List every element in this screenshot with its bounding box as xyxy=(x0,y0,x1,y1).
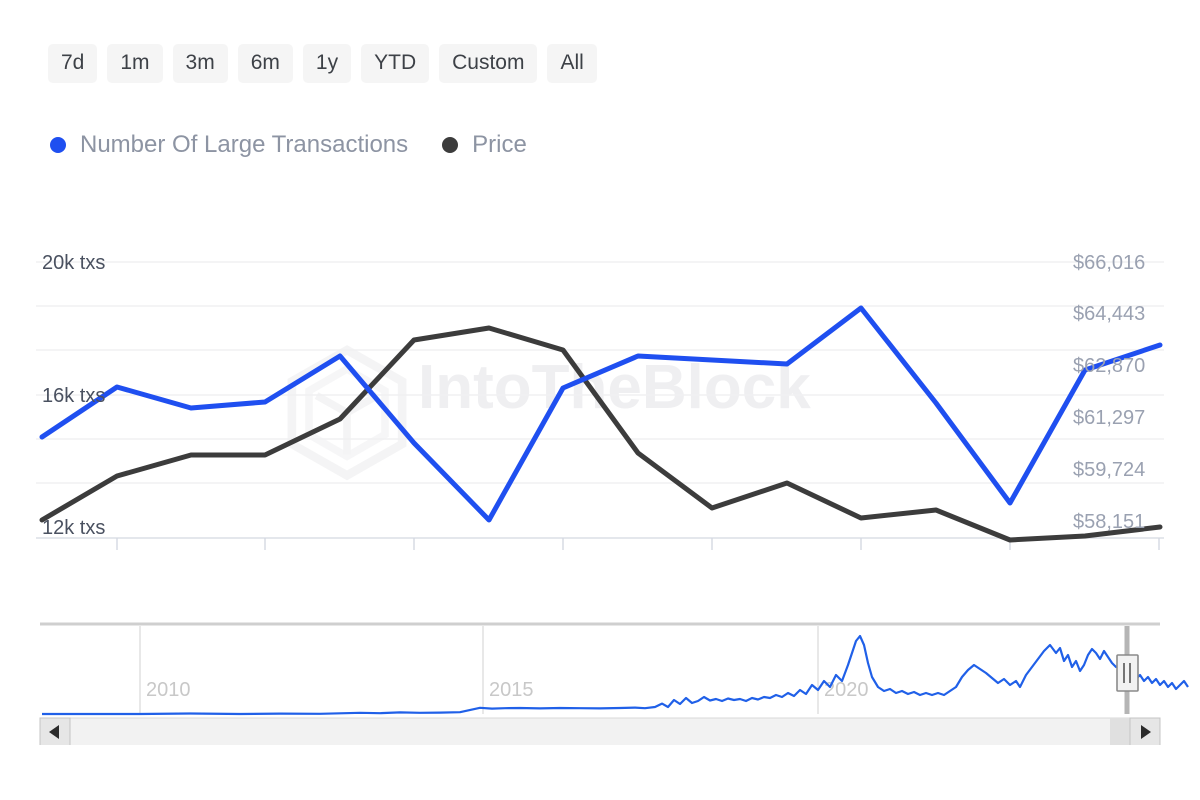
chart-navigator[interactable]: 2010 2015 2020 xyxy=(0,615,1200,747)
axis-label-left-16k: 16k txs xyxy=(42,385,105,407)
range-button-7d[interactable]: 7d xyxy=(48,44,98,83)
main-chart[interactable]: IntoTheBlock 20k txs 16k txs 12k txs $66… xyxy=(0,230,1200,560)
legend-item-price[interactable]: Price xyxy=(442,133,527,157)
chart-page: 7d 1m 3m 6m 1y YTD Custom All Number Of … xyxy=(0,0,1200,800)
navigator-canvas: 2010 2015 2020 xyxy=(39,622,1189,747)
range-button-ytd[interactable]: YTD xyxy=(361,44,430,83)
navigator-handle-right[interactable] xyxy=(1116,654,1139,692)
range-button-all[interactable]: All xyxy=(547,44,597,83)
range-button-6m[interactable]: 6m xyxy=(237,44,293,83)
navigator-year-2020: 2020 xyxy=(824,679,869,701)
axis-label-right-62870: $62,870 xyxy=(1073,355,1145,377)
axis-label-left-20k: 20k txs xyxy=(42,252,105,274)
chart-legend: Number Of Large Transactions Price xyxy=(50,133,527,157)
legend-item-transactions[interactable]: Number Of Large Transactions xyxy=(50,133,408,157)
chart-xtick-marks xyxy=(116,538,1160,550)
axis-label-right-61297: $61,297 xyxy=(1073,407,1145,429)
chart-canvas: IntoTheBlock 20k txs 16k txs 12k txs $66… xyxy=(36,252,1164,550)
axis-label-left-12k: 12k txs xyxy=(42,517,105,539)
navigator-year-2010: 2010 xyxy=(146,679,191,701)
range-button-custom[interactable]: Custom xyxy=(439,44,538,83)
range-button-1m[interactable]: 1m xyxy=(107,44,163,83)
scrollbar-right-arrow-button[interactable] xyxy=(1129,717,1161,747)
axis-label-right-66016: $66,016 xyxy=(1073,252,1145,274)
range-button-3m[interactable]: 3m xyxy=(172,44,228,83)
legend-label-transactions: Number Of Large Transactions xyxy=(80,131,409,158)
legend-label-price: Price xyxy=(472,131,527,158)
range-button-1y[interactable]: 1y xyxy=(302,44,352,83)
circle-dot-icon xyxy=(50,137,66,153)
navigator-background xyxy=(40,626,1160,714)
scrollbar-left-arrow-button[interactable] xyxy=(39,717,71,747)
axis-label-right-64443: $64,443 xyxy=(1073,303,1145,325)
axis-label-right-59724: $59,724 xyxy=(1073,459,1145,481)
circle-dot-icon xyxy=(442,137,459,153)
navigator-year-2015: 2015 xyxy=(489,679,534,701)
axis-label-right-58151: $58,151 xyxy=(1073,511,1145,533)
range-selector: 7d 1m 3m 6m 1y YTD Custom All xyxy=(48,44,597,83)
navigator-scrollbar-track[interactable] xyxy=(39,717,1161,747)
